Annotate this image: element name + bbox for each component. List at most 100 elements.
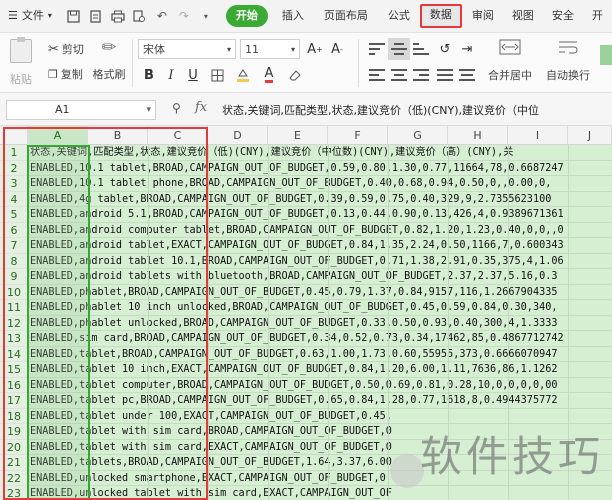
align-center-icon[interactable] [388,64,410,86]
align-left-icon[interactable] [366,64,388,86]
italic-icon[interactable]: I [160,64,182,86]
justify-icon[interactable] [434,64,456,86]
row-header[interactable]: 4 [0,191,28,207]
table-row[interactable]: ENABLED,tablet under 100,EXACT,CAMPAIGN_… [28,408,612,424]
borders-icon[interactable] [206,64,228,86]
table-row[interactable]: ENABLED,tablet 10 inch,EXACT,CAMPAIGN_OU… [28,362,612,378]
table-row[interactable]: ENABLED,4g tablet,BROAD,CAMPAIGN_OUT_OF_… [28,191,612,207]
row-header[interactable]: 17 [0,393,28,409]
table-row[interactable]: ENABLED,tablet computer,BROAD,CAMPAIGN_O… [28,377,612,393]
tab-data[interactable]: 数据 [419,4,462,28]
tab-more[interactable]: 开 [584,5,611,27]
table-row[interactable]: ENABLED,sim card,BROAD,CAMPAIGN_OUT_OF_B… [28,331,612,347]
tab-formulas[interactable]: 公式 [380,5,418,27]
column-header[interactable]: C [148,126,208,145]
clear-format-icon[interactable] [284,64,306,86]
cut-button[interactable]: ✂ 剪切 [48,41,84,57]
name-box[interactable]: A1 ▾ [6,100,156,120]
copy-button[interactable]: ❐ 复制 [48,66,83,82]
formula-input[interactable]: 状态,关键词,匹配类型,状态,建议竞价（低)(CNY),建议竞价（中位 [222,102,539,118]
column-header[interactable]: E [268,126,328,145]
table-row[interactable]: ENABLED,android tablet,EXACT,CAMPAIGN_OU… [28,238,612,254]
increase-font-icon[interactable]: A + [304,38,326,60]
table-row[interactable]: ENABLED,tablet pc,BROAD,CAMPAIGN_OUT_OF_… [28,393,612,409]
table-row[interactable]: ENABLED,10.1 tablet,BROAD,CAMPAIGN_OUT_O… [28,160,612,176]
font-size-select[interactable]: 11 ▾ [240,39,300,59]
format-painter-button[interactable]: ✏ 格式刷 [90,37,128,82]
row-header[interactable]: 5 [0,207,28,223]
row-header[interactable]: 18 [0,408,28,424]
row-header[interactable]: 9 [0,269,28,285]
align-top-icon[interactable] [366,38,388,60]
font-color-icon[interactable]: A [258,64,280,86]
table-row[interactable]: ENABLED,android tablets with bluetooth,B… [28,269,612,285]
insert-function-icon[interactable]: fx [195,100,207,115]
customize-toolbar-icon[interactable]: ▾ [196,6,216,26]
row-header[interactable]: 19 [0,424,28,440]
ribbon-overflow-icon[interactable] [600,45,612,65]
column-header[interactable]: F [328,126,388,145]
row-header[interactable]: 11 [0,300,28,316]
column-header[interactable]: A [28,126,88,145]
table-row[interactable]: 状态,关键词,匹配类型,状态,建议竞价（低)(CNY),建议竞价（中位数)(CN… [28,145,612,161]
decrease-font-icon[interactable]: A- [326,38,348,60]
row-header[interactable]: 15 [0,362,28,378]
table-row[interactable]: ENABLED,android 5.1,BROAD,CAMPAIGN_OUT_O… [28,207,612,223]
table-row[interactable]: ENABLED,android tablet 10.1,BROAD,CAMPAI… [28,253,612,269]
indent-icon[interactable]: ⇥ [456,38,478,60]
auto-wrap-button[interactable]: 自动换行 [540,39,596,83]
align-bottom-icon[interactable] [410,38,432,60]
print-preview-icon[interactable] [130,6,150,26]
table-row[interactable]: ENABLED,unlocked tablet with sim card,EX… [28,486,612,500]
table-row[interactable]: ENABLED,phablet unlocked,BROAD,CAMPAIGN_… [28,315,612,331]
merge-center-button[interactable]: 合并居中 [482,39,538,83]
table-row[interactable]: ENABLED,tablet,BROAD,CAMPAIGN_OUT_OF_BUD… [28,346,612,362]
save-icon[interactable] [64,6,84,26]
export-pdf-icon[interactable] [86,6,106,26]
orientation-icon[interactable]: ↺ [434,38,456,60]
row-header[interactable]: 12 [0,315,28,331]
table-row[interactable]: ENABLED,phablet 10 inch unlocked,BROAD,C… [28,300,612,316]
select-all-corner[interactable] [0,126,28,145]
tab-page-layout[interactable]: 页面布局 [316,5,376,27]
column-header[interactable]: D [208,126,268,145]
row-header[interactable]: 21 [0,455,28,471]
column-header[interactable]: H [448,126,508,145]
paste-button[interactable]: 粘贴 [4,37,38,87]
row-header[interactable]: 8 [0,253,28,269]
tab-view[interactable]: 视图 [504,5,542,27]
redo-icon[interactable]: ↷ [174,6,194,26]
fill-color-icon[interactable] [232,64,254,86]
row-header[interactable]: 14 [0,346,28,362]
row-header[interactable]: 7 [0,238,28,254]
distribute-icon[interactable] [456,64,478,86]
row-header[interactable]: 20 [0,439,28,455]
column-header[interactable]: G [388,126,448,145]
row-header[interactable]: 2 [0,160,28,176]
table-row[interactable]: ENABLED,10.1 tablet phone,BROAD,CAMPAIGN… [28,176,612,192]
spreadsheet-grid[interactable]: A B C D E F G H I J 1 2 3 4 5 6 7 8 9 10 11 12 13 14 1… [0,126,612,500]
bold-icon[interactable]: B [138,64,160,86]
file-menu[interactable]: ☰ 文件 ▾ [0,5,60,27]
align-right-icon[interactable] [410,64,432,86]
print-icon[interactable] [108,6,128,26]
column-header[interactable]: B [88,126,148,145]
font-name-select[interactable]: 宋体 ▾ [138,39,236,59]
row-header[interactable]: 1 [0,145,28,161]
tab-security[interactable]: 安全 [544,5,582,27]
table-row[interactable]: ENABLED,android computer tablet,BROAD,CA… [28,222,612,238]
table-row[interactable]: ENABLED,phablet,BROAD,CAMPAIGN_OUT_OF_BU… [28,284,612,300]
row-header[interactable]: 23 [0,486,28,500]
row-header[interactable]: 10 [0,284,28,300]
column-header[interactable]: J [568,126,612,145]
tab-start[interactable]: 开始 [225,5,268,27]
tab-insert[interactable]: 插入 [274,5,312,27]
underline-icon[interactable]: U [182,64,204,86]
tab-review[interactable]: 审阅 [464,5,502,27]
row-header[interactable]: 22 [0,470,28,486]
undo-icon[interactable]: ↶ [152,6,172,26]
zoom-icon[interactable]: ⚲ [172,101,181,115]
row-header[interactable]: 13 [0,331,28,347]
row-header[interactable]: 16 [0,377,28,393]
row-header[interactable]: 6 [0,222,28,238]
